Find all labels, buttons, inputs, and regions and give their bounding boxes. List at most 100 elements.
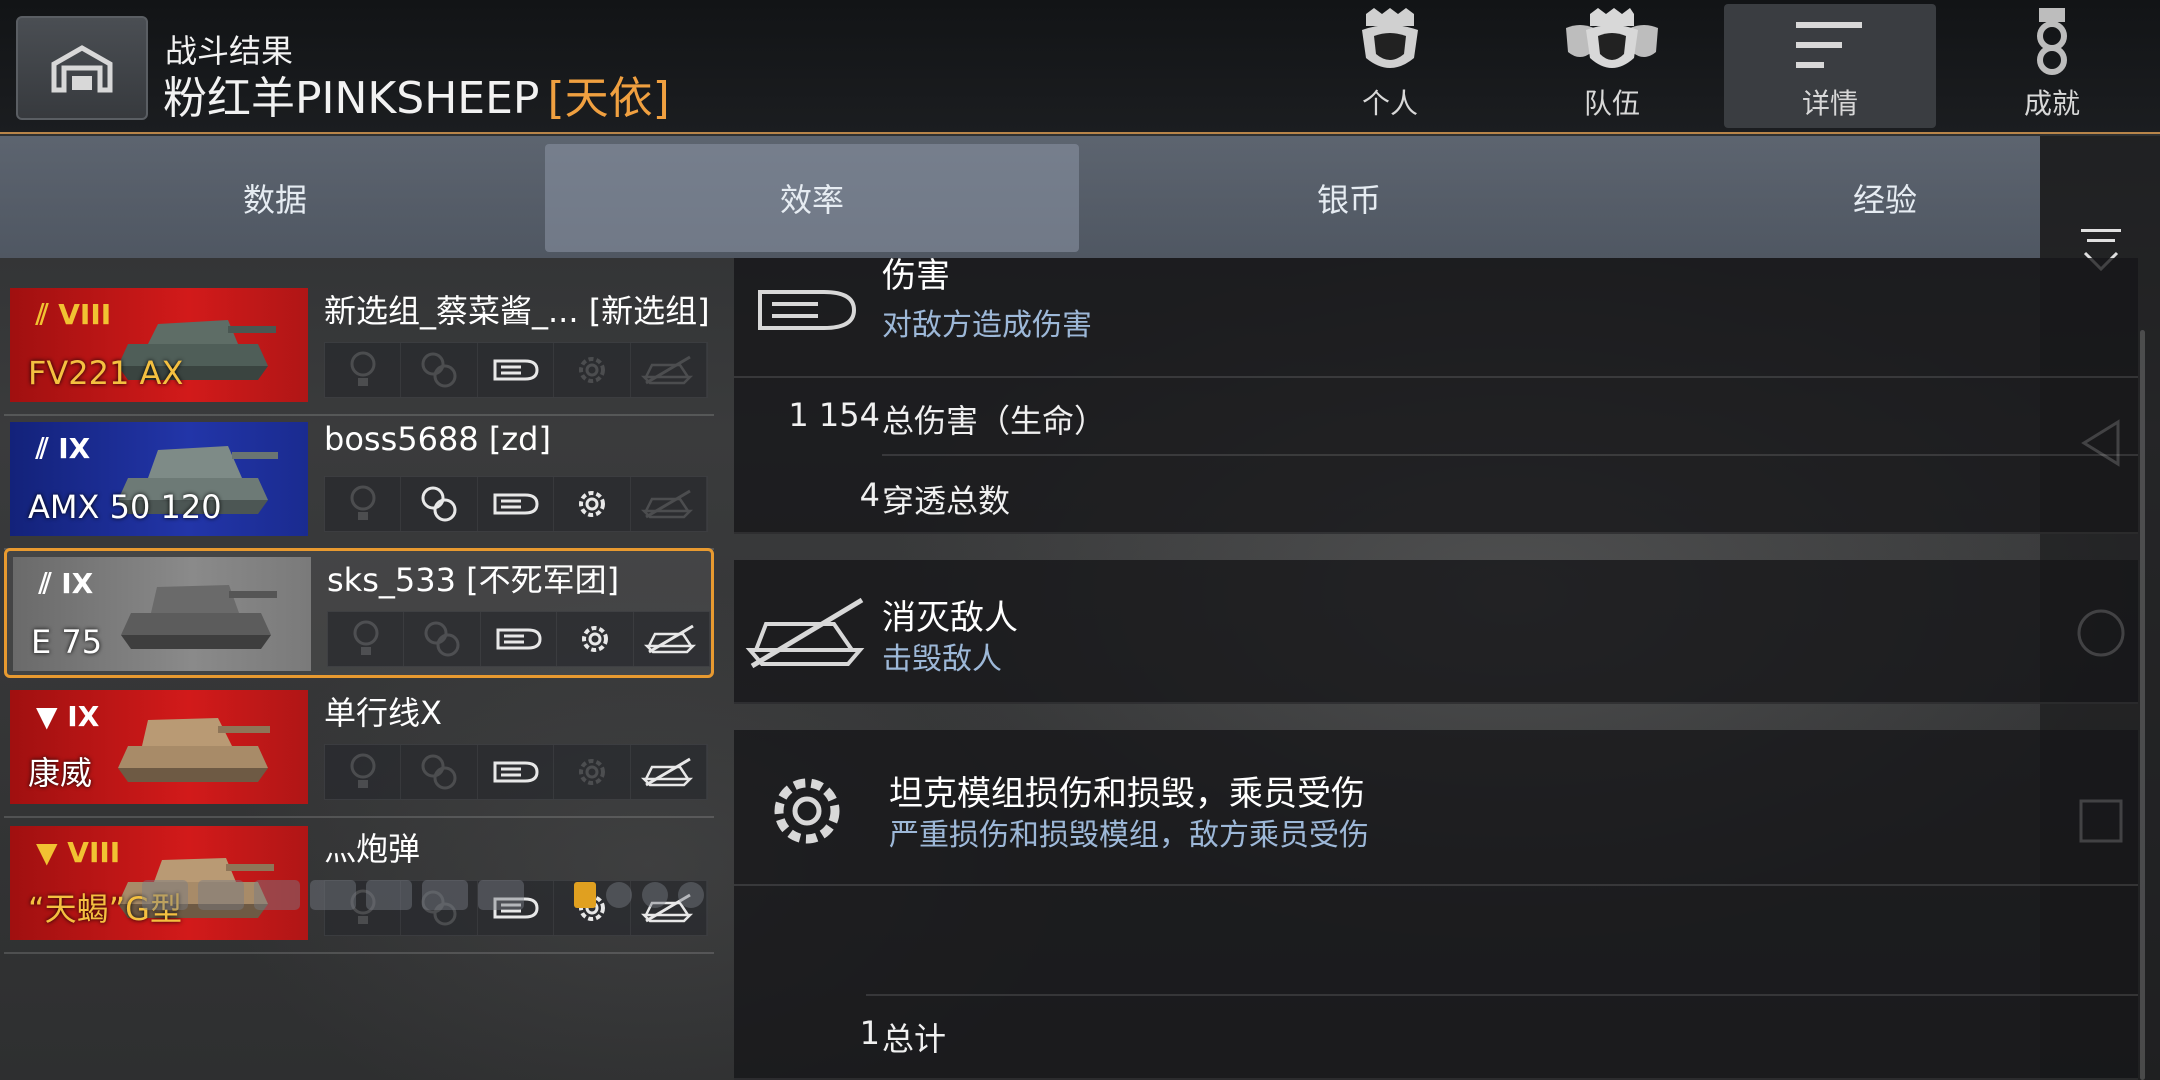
gear-icon bbox=[578, 759, 605, 785]
damage-cell bbox=[478, 477, 555, 531]
shell-icon bbox=[493, 359, 539, 381]
details-lines-icon bbox=[1796, 22, 1862, 68]
player-row-selected[interactable]: ⫽ IX E 75 sks_533 [不死军团] bbox=[4, 548, 714, 678]
damage-subtitle: 对敌方造成伤害 bbox=[882, 308, 1092, 343]
row-divider bbox=[4, 952, 714, 954]
shell-icon bbox=[496, 628, 542, 650]
player-row-name: sks_533 [不死军团] bbox=[327, 561, 620, 599]
tab-details[interactable]: 详情 bbox=[1724, 4, 1936, 128]
tab-achievements[interactable]: 成就 bbox=[1946, 4, 2158, 128]
lightbulb-icon bbox=[350, 753, 376, 788]
team-helmets-icon bbox=[1566, 8, 1658, 68]
spotting-cell bbox=[325, 745, 402, 799]
destroyed-tank-icon bbox=[641, 757, 694, 787]
player-clan: [天依] bbox=[547, 73, 670, 124]
player-row-name: 单行线X bbox=[324, 694, 442, 732]
tank-tier-numeral: IX bbox=[58, 432, 91, 465]
tank-card: ▼ IX 康威 bbox=[10, 690, 308, 804]
spotting-cell bbox=[328, 612, 405, 666]
achievement-strip bbox=[324, 744, 708, 800]
details-scrollbar[interactable] bbox=[2140, 330, 2145, 1080]
stat-label: 总伤害（生命） bbox=[882, 402, 1107, 440]
radio-icon bbox=[310, 880, 356, 910]
top-bar: 战斗结果 粉红羊PINKSHEEP [天依] 个人 队伍 详情 成就 bbox=[0, 0, 2160, 134]
subtab-efficiency[interactable]: 效率 bbox=[545, 144, 1079, 252]
tank-card: ⫽ IX E 75 bbox=[13, 557, 311, 671]
track-assist-icon bbox=[421, 486, 457, 522]
tank-tier-numeral: IX bbox=[67, 700, 100, 733]
achievement-strip bbox=[324, 342, 708, 398]
player-nickname: 粉红羊PINKSHEEP bbox=[163, 73, 540, 124]
damage-title: 伤害 bbox=[882, 256, 950, 296]
kill-cell bbox=[634, 612, 711, 666]
tank-tier: ⫽ IX bbox=[36, 432, 91, 465]
lightbulb-icon bbox=[353, 620, 379, 655]
spotting-cell bbox=[325, 343, 402, 397]
destroyed-tank-icon bbox=[641, 355, 694, 385]
player-row-name: 灬炮弹 bbox=[324, 830, 421, 868]
assist-cell bbox=[404, 612, 481, 666]
hangar-back-button[interactable] bbox=[16, 16, 148, 120]
tracks-icon bbox=[478, 880, 524, 910]
stat-row: 1 总计 bbox=[734, 994, 2138, 1074]
damage-cell bbox=[478, 343, 555, 397]
tank-tier: ▼ IX bbox=[36, 700, 100, 733]
module-cell bbox=[557, 612, 634, 666]
shell-icon bbox=[758, 290, 857, 330]
stat-label: 穿透总数 bbox=[882, 482, 1011, 520]
achievement-strip bbox=[327, 611, 711, 667]
track-assist-icon bbox=[421, 754, 457, 790]
module-icons-row bbox=[142, 880, 704, 910]
destroyed-tank-icon bbox=[641, 489, 694, 519]
gear-icon bbox=[774, 778, 840, 844]
module-cell bbox=[554, 477, 631, 531]
track-assist-icon bbox=[424, 621, 460, 657]
tab-team[interactable]: 队伍 bbox=[1506, 4, 1718, 128]
engine-icon bbox=[142, 880, 188, 910]
helmet-icon bbox=[1362, 8, 1418, 68]
driver-icon bbox=[606, 882, 632, 908]
player-row[interactable]: ⫽ VIII FV221 AX 新选组_蔡菜酱_... [新选组] bbox=[4, 282, 714, 416]
modules-title: 坦克模组损伤和损毁，乘员受伤 bbox=[889, 774, 1365, 814]
kills-subtitle: 击毁敌人 bbox=[882, 642, 1002, 677]
damage-cell bbox=[481, 612, 558, 666]
kill-cell bbox=[631, 343, 708, 397]
player-row[interactable]: ▼ IX 康威 单行线X bbox=[4, 684, 714, 818]
stat-value: 1 154 bbox=[788, 396, 880, 434]
shell-icon bbox=[493, 493, 539, 515]
track-assist-icon bbox=[421, 352, 457, 388]
stat-row: 4 穿透总数 bbox=[734, 456, 2138, 536]
fuel-tank-icon bbox=[254, 880, 300, 910]
tank-tier: ⫽ VIII bbox=[36, 298, 112, 331]
module-cell bbox=[554, 745, 631, 799]
kills-title: 消灭敌人 bbox=[882, 598, 1018, 638]
destroyed-tank-icon bbox=[745, 597, 865, 669]
damage-cell bbox=[478, 745, 555, 799]
turret-icon bbox=[422, 880, 468, 910]
stat-value: 1 bbox=[859, 1014, 880, 1052]
tank-name: AMX 50 120 bbox=[28, 488, 222, 526]
assist-cell bbox=[401, 745, 478, 799]
player-row[interactable]: ⫽ IX AMX 50 120 boss5688 [zd] bbox=[4, 416, 714, 550]
tank-name: FV221 AX bbox=[28, 354, 184, 392]
tank-card: ⫽ IX AMX 50 120 bbox=[10, 422, 308, 536]
gear-icon bbox=[578, 357, 605, 383]
damage-panel: 伤害 对敌方造成伤害 1 154 总伤害（生命） 4 穿透总数 bbox=[734, 256, 2138, 536]
subtab-data[interactable]: 数据 bbox=[8, 144, 542, 252]
tab-personal[interactable]: 个人 bbox=[1284, 4, 1496, 128]
player-row-name: boss5688 [zd] bbox=[324, 420, 551, 458]
stat-label: 总计 bbox=[882, 1020, 947, 1058]
tank-tier-numeral: VIII bbox=[58, 298, 112, 331]
modules-subtitle: 严重损伤和损毁模组，敌方乘员受伤 bbox=[889, 818, 1369, 853]
tank-image bbox=[118, 718, 270, 782]
destroyed-tank-icon bbox=[644, 624, 697, 654]
shell-icon bbox=[493, 761, 539, 783]
subtab-credits[interactable]: 银币 bbox=[1082, 144, 1616, 252]
tank-card: ⫽ VIII FV221 AX bbox=[10, 288, 308, 402]
module-cell bbox=[554, 343, 631, 397]
spotting-cell bbox=[325, 477, 402, 531]
ammo-rack-icon bbox=[198, 880, 244, 910]
gear-icon bbox=[581, 626, 608, 652]
team-player-list: ⫽ VIII FV221 AX 新选组_蔡菜酱_... [新选组] ⫽ IX A… bbox=[0, 258, 720, 958]
tank-name: E 75 bbox=[31, 623, 103, 661]
